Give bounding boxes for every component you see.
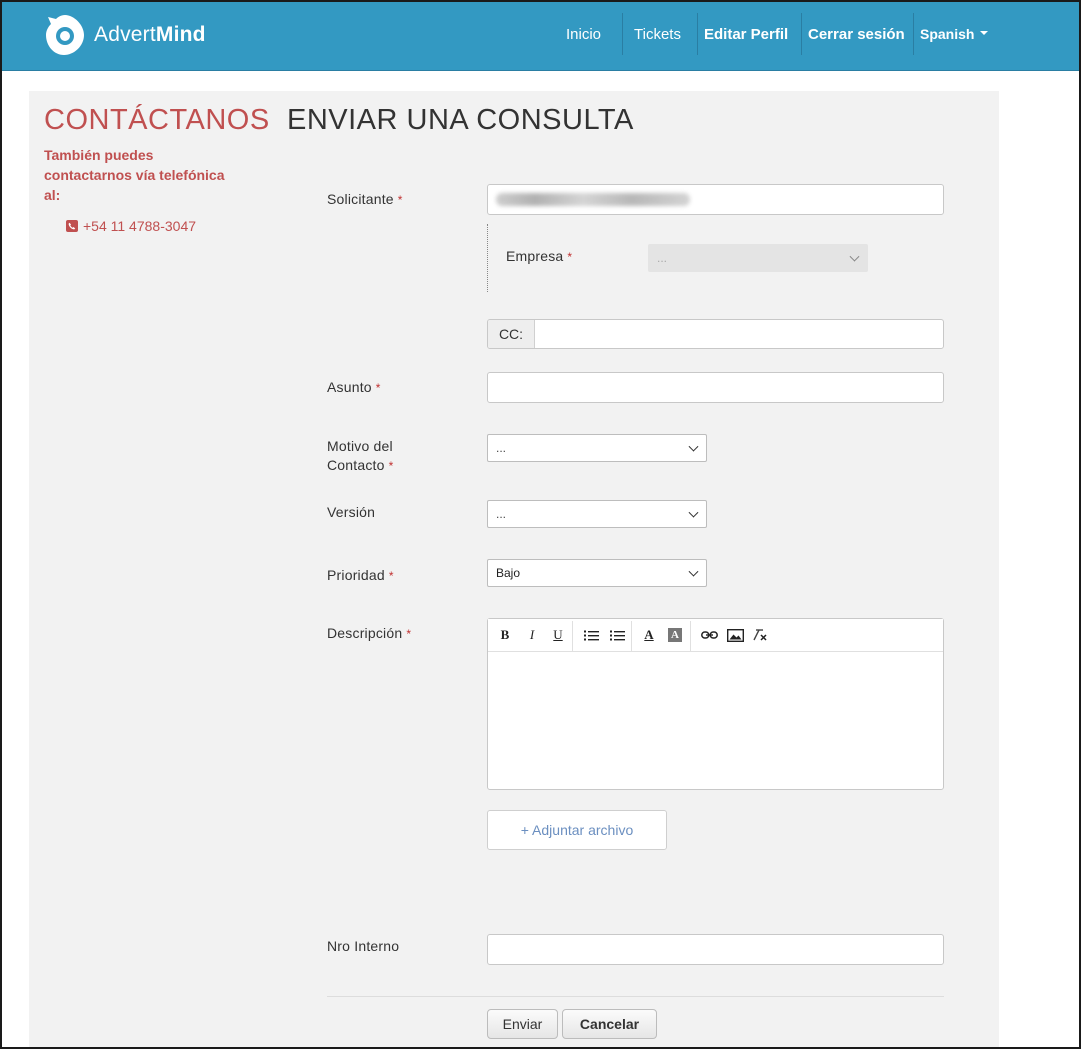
nav-divider	[913, 13, 914, 55]
phone-number: +54 11 4788-3047	[83, 218, 197, 234]
nav-tickets-link[interactable]: Tickets	[634, 13, 681, 55]
asunto-label: Asunto *	[327, 379, 381, 395]
descripcion-label: Descripción *	[327, 625, 412, 641]
nro-interno-label: Nro Interno	[327, 938, 400, 954]
empresa-select[interactable]: ...	[648, 244, 868, 272]
solicitante-email-field[interactable]	[487, 184, 944, 215]
nav-divider	[697, 13, 698, 55]
required-asterisk: *	[388, 459, 394, 473]
contact-phone: +54 11 4788-3047	[66, 218, 196, 234]
prioridad-select-value: Bajo	[496, 566, 521, 580]
link-icon[interactable]	[700, 626, 718, 644]
attach-file-button[interactable]: + Adjuntar archivo	[487, 810, 667, 850]
page-title: CONTÁCTANOS	[44, 104, 270, 136]
nav-inicio-link[interactable]: Inicio	[566, 13, 601, 55]
submit-button[interactable]: Enviar	[487, 1009, 558, 1039]
cc-field[interactable]: CC:	[487, 319, 944, 349]
prioridad-select[interactable]: Bajo	[487, 559, 707, 587]
page-subtitle: ENVIAR UNA CONSULTA	[287, 104, 634, 136]
nav-cerrar-sesion-link[interactable]: Cerrar sesión	[808, 13, 905, 55]
toolbar-divider	[690, 621, 691, 651]
chevron-down-icon	[849, 251, 860, 262]
language-dropdown[interactable]: Spanish	[920, 13, 989, 55]
chevron-down-icon	[688, 441, 699, 452]
phone-icon	[66, 220, 78, 232]
nav-divider	[622, 13, 623, 55]
text-color-icon[interactable]: A	[642, 626, 656, 644]
underline-icon[interactable]: U	[551, 626, 565, 644]
empresa-label: Empresa *	[506, 248, 573, 264]
version-label: Versión	[327, 504, 376, 520]
chevron-down-icon	[688, 507, 699, 518]
nav-divider	[801, 13, 802, 55]
required-asterisk: *	[567, 250, 573, 264]
background-color-icon[interactable]: A	[668, 628, 682, 642]
motivo-select-value: ...	[496, 441, 507, 455]
required-asterisk: *	[375, 381, 381, 395]
nav-editar-perfil-link[interactable]: Editar Perfil	[704, 13, 788, 55]
advertmind-logo-icon	[46, 15, 84, 55]
empresa-group-divider	[487, 224, 488, 292]
image-icon[interactable]	[726, 626, 744, 644]
caret-down-icon	[980, 31, 989, 35]
cancel-button[interactable]: Cancelar	[562, 1009, 657, 1039]
language-label: Spanish	[920, 26, 975, 42]
cc-label: CC:	[488, 320, 535, 348]
prioridad-label: Prioridad *	[327, 567, 394, 583]
bulleted-list-icon[interactable]	[583, 626, 599, 644]
version-select[interactable]: ...	[487, 500, 707, 528]
brand-name: AdvertMind	[94, 23, 206, 46]
solicitante-label: Solicitante *	[327, 191, 403, 207]
form-divider	[327, 996, 944, 997]
redacted-email	[496, 193, 690, 206]
required-asterisk: *	[388, 569, 394, 583]
toolbar-divider	[572, 621, 573, 651]
bold-icon[interactable]: B	[498, 626, 512, 644]
empresa-select-value: ...	[657, 251, 668, 265]
motivo-label: Motivo del Contacto *	[327, 438, 394, 473]
version-select-value: ...	[496, 507, 507, 521]
remove-format-icon[interactable]	[751, 626, 769, 644]
toolbar-divider	[631, 621, 632, 651]
chevron-down-icon	[688, 566, 699, 577]
descripcion-editor[interactable]: B I U A A	[487, 618, 944, 790]
numbered-list-icon[interactable]	[609, 626, 625, 644]
nro-interno-input[interactable]	[487, 934, 944, 965]
required-asterisk: *	[406, 627, 412, 641]
contact-note: También puedes contactarnos vía telefóni…	[44, 147, 225, 203]
top-navbar: AdvertMind Inicio Tickets Editar Perfil …	[0, 0, 1081, 71]
required-asterisk: *	[397, 193, 403, 207]
asunto-input[interactable]	[487, 372, 944, 403]
motivo-select[interactable]: ...	[487, 434, 707, 462]
italic-icon[interactable]: I	[525, 626, 539, 644]
brand-logo[interactable]: AdvertMind	[44, 13, 206, 57]
editor-toolbar: B I U A A	[488, 619, 943, 652]
